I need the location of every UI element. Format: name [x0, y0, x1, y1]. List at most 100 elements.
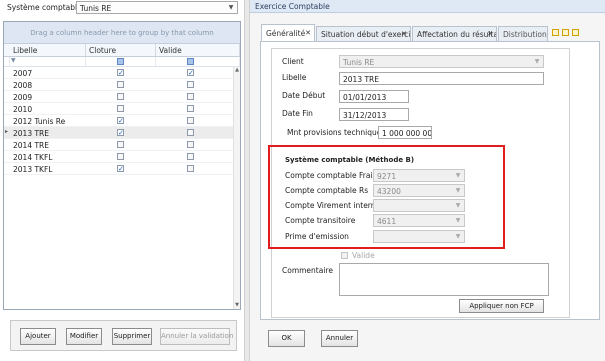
valide-checkbox[interactable] [187, 141, 194, 148]
compte-frais-value: 9271 [377, 172, 397, 181]
mnt-provisions-input[interactable]: 1 000 000 000, [378, 126, 432, 139]
cloture-checkbox[interactable]: ✓ [117, 165, 124, 173]
mnt-provisions-label: Mnt provisions techniques [287, 128, 386, 137]
commentaire-label: Commentaire [282, 266, 333, 275]
table-row[interactable]: 2008 [4, 79, 240, 91]
valide-checkbox[interactable] [341, 252, 348, 259]
tab-list-icon[interactable] [572, 29, 579, 36]
tab-label: Généralité [266, 29, 306, 38]
compte-rs-combo[interactable]: 43200 ▼ [373, 184, 465, 197]
appliquer-non-fcp-button[interactable]: Appliquer non FCP [459, 299, 544, 313]
client-combo[interactable]: Tunis RE ▼ [339, 55, 544, 68]
ok-button[interactable]: OK [268, 330, 305, 347]
compte-frais-label: Compte comptable Frais [285, 171, 377, 180]
chevron-down-icon: ▼ [455, 172, 461, 179]
annuler-validation-button[interactable]: Annuler la validation [160, 328, 233, 345]
supprimer-button[interactable]: Supprimer [112, 328, 152, 345]
compte-transitoire-label: Compte transitoire [285, 216, 356, 225]
filter-cell-libelle[interactable]: ▼ [10, 57, 86, 66]
cell-valide [156, 163, 240, 174]
valide-checkbox[interactable] [187, 165, 194, 172]
valide-label: Valide [352, 251, 375, 260]
cloture-checkbox[interactable] [117, 105, 124, 112]
tab-situation-debut[interactable]: Situation début d'exercice ✕ [316, 26, 411, 41]
cloture-checkbox[interactable]: ✓ [117, 69, 124, 77]
cell-valide [156, 103, 240, 114]
filter-cell-cloture[interactable] [86, 57, 156, 66]
compte-virement-combo[interactable]: ▼ [373, 199, 465, 212]
grid-body: 2007 ✓ ✓ 2008 2009 2010 2012 Tunis Re ✓ ▸ 2013 TR… [4, 67, 240, 175]
chevron-down-icon: ▼ [228, 4, 234, 11]
table-row[interactable]: 2010 [4, 103, 240, 115]
scroll-down-icon[interactable]: ▼ [234, 302, 240, 309]
cloture-checkbox[interactable]: ✓ [117, 117, 124, 125]
cloture-checkbox[interactable] [117, 153, 124, 160]
cell-cloture: ✓ [86, 67, 156, 78]
cloture-checkbox[interactable] [117, 81, 124, 88]
cell-libelle: 2014 TKFL [13, 153, 53, 162]
cell-cloture: ✓ [86, 127, 156, 138]
valide-checkbox[interactable] [187, 153, 194, 160]
table-row[interactable]: 2012 Tunis Re ✓ [4, 115, 240, 127]
table-row[interactable]: 2014 TRE [4, 139, 240, 151]
close-icon[interactable]: ✕ [305, 29, 311, 37]
date-fin-label: Date Fin [282, 109, 313, 118]
filter-checkbox[interactable] [117, 58, 124, 65]
cloture-checkbox[interactable] [117, 93, 124, 100]
chevron-down-icon: ▼ [455, 187, 461, 194]
close-icon[interactable]: ✕ [487, 30, 493, 38]
valide-checkbox[interactable] [187, 129, 194, 136]
grid-scrollbar[interactable]: ▲ ▼ [233, 67, 240, 309]
cell-libelle: 2010 [13, 105, 33, 114]
tab-scroll-left-icon[interactable] [552, 29, 559, 36]
cell-cloture [86, 151, 156, 162]
compte-transitoire-value: 4611 [377, 217, 397, 226]
cell-cloture [86, 103, 156, 114]
scroll-up-icon[interactable]: ▲ [234, 67, 240, 74]
cloture-checkbox[interactable] [117, 141, 124, 148]
column-header-libelle[interactable]: Libelle [10, 44, 86, 56]
cell-valide [156, 79, 240, 90]
table-row[interactable]: 2007 ✓ ✓ [4, 67, 240, 79]
commentaire-textarea[interactable] [339, 263, 549, 296]
libelle-input[interactable]: 2013 TRE [339, 72, 544, 85]
filter-cell-valide[interactable] [156, 57, 240, 66]
cell-valide: ✓ [156, 67, 240, 78]
table-row[interactable]: 2013 TKFL ✓ [4, 163, 240, 175]
valide-checkbox[interactable] [187, 105, 194, 112]
section-title: Système comptable (Méthode B) [285, 156, 415, 164]
column-header-valide[interactable]: Valide [156, 44, 240, 56]
cell-cloture [86, 79, 156, 90]
tab-generalite[interactable]: Généralité ✕ [261, 24, 315, 41]
valide-checkbox[interactable]: ✓ [187, 69, 194, 77]
valide-checkbox[interactable] [187, 93, 194, 100]
ajouter-button[interactable]: Ajouter [20, 328, 56, 345]
pane-title: Exercice Comptable [250, 0, 605, 13]
column-header-cloture[interactable]: Cloture [86, 44, 156, 56]
filter-row: ▼ [4, 57, 240, 67]
cell-valide [156, 151, 240, 162]
group-by-panel[interactable]: Drag a column header here to group by th… [4, 22, 240, 44]
table-row[interactable]: 2009 [4, 91, 240, 103]
compte-transitoire-combo[interactable]: 4611 ▼ [373, 214, 465, 227]
annuler-button[interactable]: Annuler [321, 330, 358, 347]
close-icon[interactable]: ✕ [401, 30, 407, 38]
cloture-checkbox[interactable]: ✓ [117, 129, 124, 137]
tab-affectation-resultat[interactable]: Affectation du résultat ✕ [412, 26, 497, 41]
valide-checkbox[interactable] [187, 117, 194, 124]
prime-emission-combo[interactable]: ▼ [373, 230, 465, 243]
valide-checkbox[interactable] [187, 81, 194, 88]
societe-combo[interactable]: Tunis RE ▼ [76, 1, 238, 14]
modifier-button[interactable]: Modifier [66, 328, 102, 345]
compte-frais-combo[interactable]: 9271 ▼ [373, 169, 465, 182]
filter-checkbox[interactable] [187, 58, 194, 65]
date-fin-input[interactable]: 31/12/2013 [339, 108, 409, 121]
tab-label: Distribution de [503, 30, 547, 39]
cell-cloture: ✓ [86, 163, 156, 174]
chevron-down-icon: ▼ [455, 217, 461, 224]
tab-scroll-right-icon[interactable] [562, 29, 569, 36]
table-row[interactable]: 2014 TKFL [4, 151, 240, 163]
tab-distribution[interactable]: Distribution de [498, 26, 548, 41]
date-debut-input[interactable]: 01/01/2013 [339, 90, 409, 103]
table-row[interactable]: ▸ 2013 TRE ✓ [4, 127, 240, 139]
